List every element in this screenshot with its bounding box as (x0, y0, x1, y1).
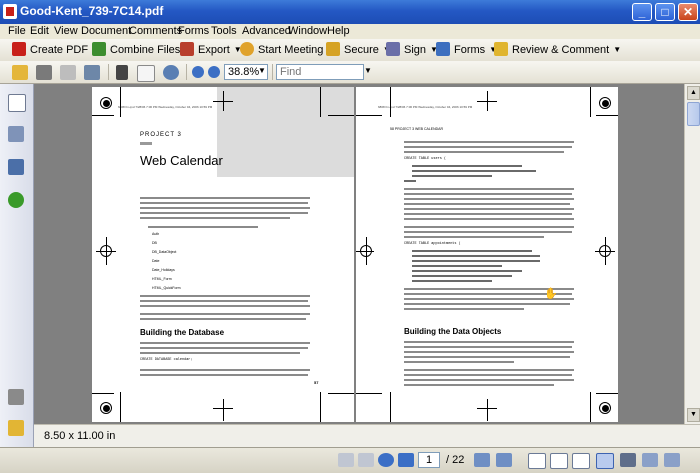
window-title: Good-Kent_739-7C14.pdf (20, 4, 163, 18)
zoom-out-icon[interactable] (192, 66, 204, 78)
zoom-dropdown-icon[interactable]: ▼ (258, 66, 266, 75)
scroll-down-icon[interactable]: ▼ (687, 408, 700, 422)
print-icon[interactable] (36, 65, 52, 80)
code-line: CREATE TABLE users ( (404, 157, 446, 161)
email-icon[interactable] (84, 65, 100, 80)
vertical-scrollbar[interactable]: ▲ ▼ (684, 84, 700, 424)
zoom-in-icon[interactable] (208, 66, 220, 78)
menu-edit[interactable]: Edit (30, 25, 49, 37)
pages-panel-icon[interactable] (8, 94, 26, 112)
continuous-icon[interactable] (550, 453, 568, 469)
acrobat-app-icon[interactable] (3, 4, 17, 19)
pdf-page-58: 6868 fm.qxd 7/28/06 7:06 PM Wednesday, O… (356, 87, 618, 422)
help-panel-icon[interactable] (8, 192, 24, 208)
package-item: Date (152, 259, 159, 263)
pen-icon (386, 42, 400, 56)
navigation-panel (0, 84, 34, 447)
combine-files-icon (92, 42, 106, 56)
scroll-thumb[interactable] (687, 102, 700, 126)
code-line: CREATE TABLE appointments ( (404, 242, 461, 246)
previous-view-icon[interactable] (474, 453, 490, 467)
menu-comments[interactable]: Comments (129, 25, 182, 37)
continuous-facing-icon[interactable] (596, 453, 614, 469)
forms-button[interactable]: Forms▼ (436, 41, 497, 59)
section-heading: Building the Database (140, 328, 224, 337)
next-page-icon[interactable] (378, 453, 394, 467)
attachments-panel-icon[interactable] (8, 389, 24, 405)
package-item: Auth (152, 232, 159, 236)
start-meeting-button[interactable]: Start Meeting▼ (240, 41, 335, 59)
package-item: Date_Holidays (152, 268, 175, 272)
lock-icon (326, 42, 340, 56)
single-page-icon[interactable] (528, 453, 546, 469)
section-heading: Building the Data Objects (404, 327, 501, 336)
secure-button[interactable]: Secure▼ (326, 41, 391, 59)
package-item: DB (152, 241, 157, 245)
review-icon (494, 42, 508, 56)
code-line: CREATE DATABASE calendar; (140, 358, 193, 362)
find-dropdown-icon[interactable]: ▼ (364, 66, 372, 75)
last-page-icon[interactable] (398, 453, 414, 467)
sign-button[interactable]: Sign▼ (386, 41, 438, 59)
review-comment-button[interactable]: Review & Comment▼ (494, 41, 621, 59)
minimize-button[interactable]: _ (632, 3, 652, 21)
package-item: DB_DataObject (152, 250, 176, 254)
package-item: HTML_QuickForm (152, 286, 181, 290)
menu-document[interactable]: Document (81, 25, 131, 37)
menu-view[interactable]: View (54, 25, 78, 37)
find-input[interactable] (276, 64, 364, 80)
export-button[interactable]: Export▼ (180, 41, 242, 59)
page-slug: 6868 fm.qxd 7/28/06 7:06 PM Wednesday, O… (378, 105, 472, 109)
previous-page-icon[interactable] (358, 453, 374, 467)
hand-tool-icon[interactable] (137, 65, 155, 82)
hand-cursor-icon: ✋ (544, 287, 558, 300)
pdf-page-57: 6868 fm.qxd 7/28/06 7:06 PM Wednesday, O… (92, 87, 354, 422)
facing-icon[interactable] (572, 453, 590, 469)
page-number: 57 (314, 380, 318, 385)
page-size-label: 8.50 x 11.00 in (44, 430, 115, 442)
comments-panel-icon[interactable] (8, 420, 24, 436)
total-pages-label: / 22 (446, 454, 464, 466)
signatures-panel-icon[interactable] (8, 159, 24, 175)
forms-icon (436, 42, 450, 56)
full-screen-icon[interactable] (620, 453, 636, 467)
bookmarks-panel-icon[interactable] (8, 126, 24, 142)
save-icon[interactable] (60, 65, 76, 80)
package-item: HTML_Form (152, 277, 172, 281)
first-page-icon[interactable] (338, 453, 354, 467)
maximize-button[interactable]: □ (655, 3, 675, 21)
meeting-icon (240, 42, 254, 56)
running-head: 58 PROJECT 3 WEB CALENDAR (390, 127, 443, 131)
chapter-shade-box (217, 87, 354, 177)
file-toolbar: 38.8% ▼ ▼ (0, 61, 700, 84)
menu-bar: File Edit View Document Comments Forms T… (0, 24, 700, 39)
title-bar: Good-Kent_739-7C14.pdf _ □ ✕ (0, 0, 700, 24)
export-icon (180, 42, 194, 56)
zoom-tool-icon[interactable] (163, 65, 179, 80)
split-view-icon[interactable] (642, 453, 658, 467)
project-label: PROJECT 3 (140, 132, 182, 138)
page-slug: 6868 fm.qxd 7/28/06 7:06 PM Wednesday, O… (118, 105, 212, 109)
chapter-title: Web Calendar (140, 153, 223, 168)
menu-advanced[interactable]: Advanced (242, 25, 291, 37)
combine-files-button[interactable]: Combine Files▼ (92, 41, 192, 59)
document-footer: 8.50 x 11.00 in (34, 424, 700, 448)
menu-window[interactable]: Window (288, 25, 327, 37)
select-tool-icon[interactable] (116, 65, 128, 80)
current-page-field[interactable]: 1 (418, 452, 440, 468)
next-view-icon[interactable] (496, 453, 512, 467)
create-pdf-icon (12, 42, 26, 56)
document-view[interactable]: 6868 fm.qxd 7/28/06 7:06 PM Wednesday, O… (34, 84, 684, 424)
scroll-up-icon[interactable]: ▲ (687, 86, 700, 100)
create-pdf-button[interactable]: Create PDF▼ (12, 41, 100, 59)
status-bar: 1 / 22 (0, 447, 700, 473)
menu-help[interactable]: Help (327, 25, 350, 37)
menu-forms[interactable]: Forms (178, 25, 209, 37)
open-folder-icon[interactable] (12, 65, 28, 80)
tasks-toolbar: Create PDF▼ Combine Files▼ Export▼ Start… (0, 39, 700, 62)
menu-tools[interactable]: Tools (211, 25, 237, 37)
close-button[interactable]: ✕ (678, 3, 698, 21)
rotate-view-icon[interactable] (664, 453, 680, 467)
menu-file[interactable]: File (8, 25, 26, 37)
